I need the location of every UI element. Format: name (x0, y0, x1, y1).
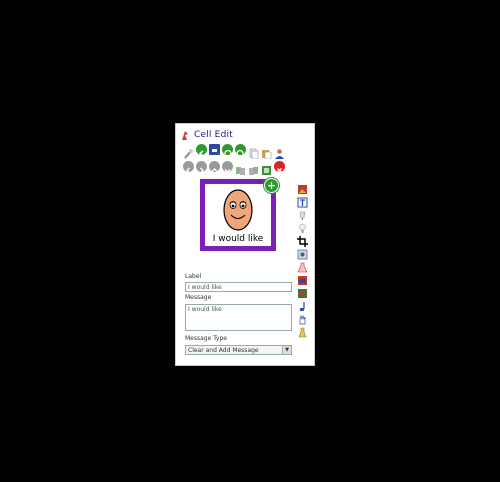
close-icon[interactable] (274, 161, 285, 173)
style-icon[interactable] (297, 271, 308, 285)
flask-icon[interactable] (297, 258, 308, 273)
cell-edit-panel: Cell Edit I would like + Label I would l… (175, 123, 315, 366)
label-input[interactable]: I would like (185, 282, 292, 292)
message-type-select[interactable]: Clear and Add Message ▼ (185, 345, 292, 355)
refresh-icon[interactable] (222, 144, 233, 158)
chevron-down-icon[interactable]: ▼ (282, 346, 291, 354)
sound-icon[interactable] (297, 297, 308, 312)
copy-icon[interactable] (248, 144, 259, 160)
plus-icon: + (266, 179, 277, 192)
cell-label-text: I would like (212, 234, 264, 244)
save-icon[interactable] (209, 144, 220, 155)
action-icon[interactable] (297, 323, 308, 338)
image-settings-icon[interactable] (297, 245, 308, 260)
app-logo-icon (182, 130, 188, 140)
message-type-value: Clear and Add Message (188, 347, 259, 354)
toolbar-row-1 (183, 144, 285, 160)
message-caption: Message (185, 294, 212, 301)
colors-icon[interactable] (297, 284, 308, 298)
nav-left-icon[interactable] (183, 161, 194, 174)
title-bar: Cell Edit (180, 128, 233, 142)
nav-down-icon[interactable] (222, 161, 233, 173)
label-caption: Label (185, 273, 202, 280)
back-icon[interactable] (196, 144, 207, 157)
cell-symbol-egg-face (223, 189, 253, 231)
window-title: Cell Edit (194, 130, 233, 140)
arrange-icon[interactable] (261, 161, 272, 175)
fill-icon[interactable] (297, 206, 308, 220)
nav-up-icon[interactable] (209, 161, 220, 172)
user-icon[interactable] (274, 144, 285, 159)
text-icon[interactable] (297, 193, 308, 208)
move-alt-icon[interactable] (248, 161, 259, 175)
add-symbol-button[interactable]: + (264, 178, 279, 193)
picture-icon[interactable] (297, 180, 308, 194)
crop-icon[interactable] (297, 232, 308, 247)
bulb-icon[interactable] (297, 219, 308, 233)
nav-right-icon[interactable] (196, 161, 207, 174)
wand-icon[interactable] (183, 144, 194, 159)
redo-icon[interactable] (235, 144, 246, 158)
message-type-caption: Message Type (185, 335, 227, 342)
message-textarea[interactable]: I would like (185, 304, 292, 331)
paste-icon[interactable] (261, 144, 272, 160)
toolbar-row-2 (183, 161, 285, 175)
hand-icon[interactable] (297, 310, 308, 325)
move-icon[interactable] (235, 161, 246, 175)
side-toolbar (297, 180, 309, 338)
